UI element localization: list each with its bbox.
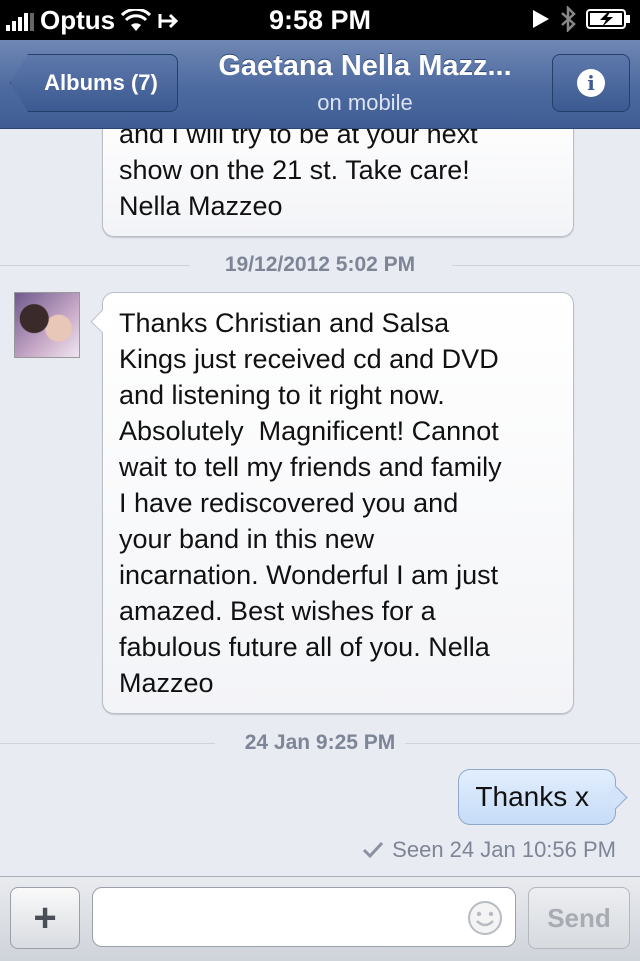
add-attachment-button[interactable]: + xyxy=(10,887,80,949)
info-button[interactable]: i xyxy=(552,54,630,112)
bubble-tail xyxy=(603,785,628,810)
outgoing-message-bubble: Thanks x xyxy=(458,769,628,825)
message-line: Absolutely Magnificent! Cannot xyxy=(119,416,499,446)
message-line: and listening to it right now. xyxy=(119,380,445,410)
incoming-message-bubble: and I will try to be at your next show o… xyxy=(102,129,574,237)
checkmark-icon xyxy=(363,841,384,859)
message-composer: + Send xyxy=(0,876,640,961)
message-line: show on the 21 st. Take care! xyxy=(119,155,470,185)
message-line: your band in this new xyxy=(119,524,375,554)
status-bar: Optus 9:58 PM xyxy=(0,0,640,40)
message-line: Kings just received cd and DVD xyxy=(119,344,499,374)
play-icon xyxy=(533,10,549,28)
seen-receipt: Seen 24 Jan 10:56 PM xyxy=(362,837,616,863)
back-button-albums[interactable]: Albums (7) xyxy=(10,54,178,112)
message-line: wait to tell my friends and family xyxy=(119,452,502,482)
message-line: Nella Mazzeo xyxy=(119,191,283,221)
message-line: amazed. Best wishes for a xyxy=(119,596,436,626)
navigation-bar: Albums (7) Gaetana Nella Mazz... on mobi… xyxy=(0,40,640,129)
presence-subtitle: on mobile xyxy=(317,90,413,115)
message-line: Thanks Christian and Salsa xyxy=(119,308,450,338)
seen-text: Seen 24 Jan 10:56 PM xyxy=(392,837,616,862)
send-button[interactable]: Send xyxy=(528,887,630,949)
bubble-tail xyxy=(90,309,115,334)
message-input[interactable] xyxy=(92,887,516,947)
message-line: and I will try to be at your next xyxy=(119,129,478,149)
incoming-message-bubble: Thanks Christian and Salsa Kings just re… xyxy=(90,292,574,714)
conversation-title: Gaetana Nella Mazz... xyxy=(218,50,512,82)
message-line: fabulous future all of you. Nella xyxy=(119,632,490,662)
status-right xyxy=(532,6,632,32)
message-line: incarnation. Wonderful I am just xyxy=(119,560,499,590)
contact-avatar[interactable] xyxy=(14,292,80,358)
battery-icon xyxy=(586,9,630,29)
bluetooth-icon xyxy=(561,6,576,32)
message-timestamp: 19/12/2012 5:02 PM xyxy=(0,253,640,277)
message-line: I have rediscovered you and xyxy=(119,488,459,518)
message-line: Mazzeo xyxy=(119,668,214,698)
info-icon: i xyxy=(577,69,605,97)
message-timestamp: 24 Jan 9:25 PM xyxy=(0,731,640,755)
message-text: Thanks x xyxy=(475,781,589,812)
smiley-icon[interactable] xyxy=(466,899,504,937)
conversation-thread[interactable]: and I will try to be at your next show o… xyxy=(0,129,640,876)
